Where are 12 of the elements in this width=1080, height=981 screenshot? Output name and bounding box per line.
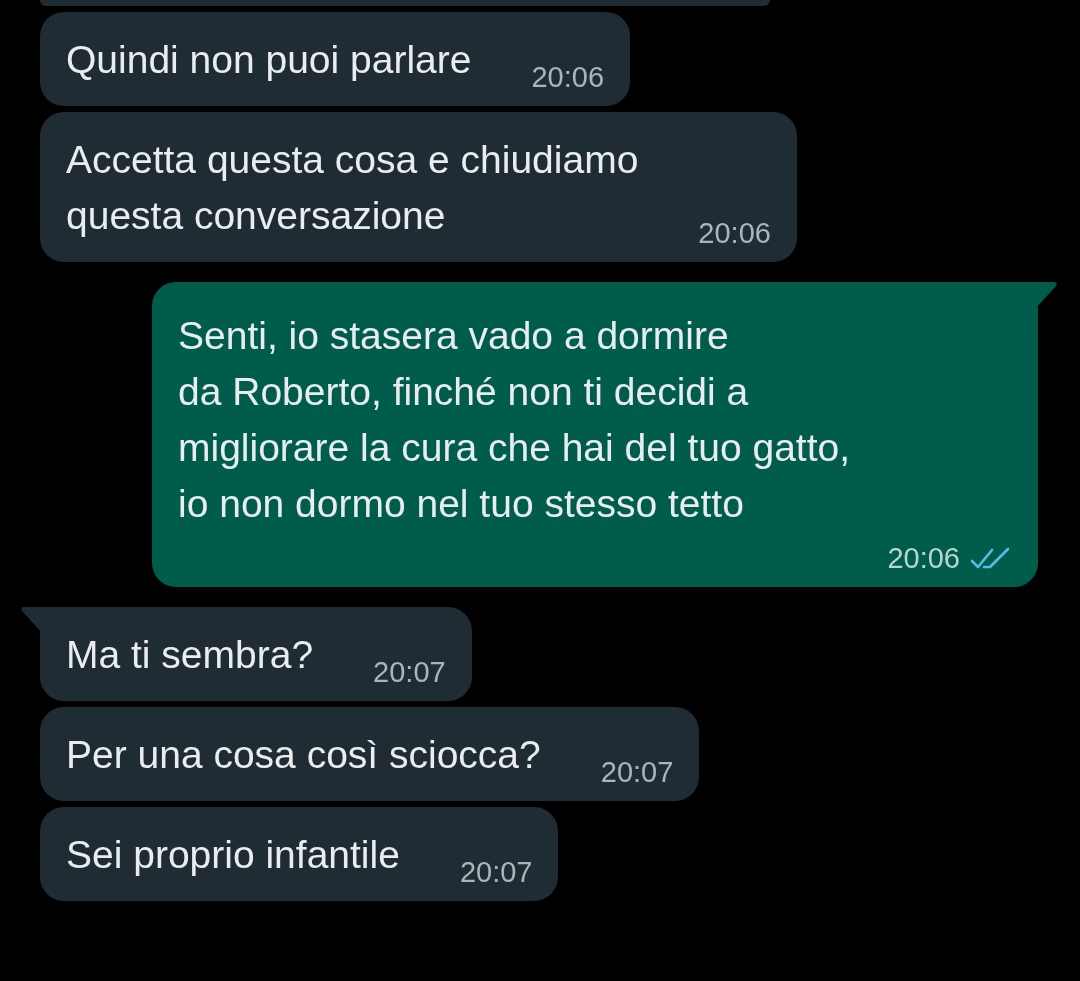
message-time: 20:07 [600,756,674,789]
message-text: Ma ti sembra? [66,632,314,678]
message-text: Per una cosa così sciocca? [66,732,541,778]
message-time: 20:07 [459,856,533,889]
message-time: 20:06 [698,217,771,250]
message-time: 20:06 [887,542,960,575]
message-text: Sei proprio infantile [66,832,400,878]
message-text: Accetta questa cosa e chiudiamo questa conversazione [66,137,639,239]
message-time: 20:07 [373,656,446,689]
message-text: Senti, io stasera vado a dormire da Roberto, finché non ti decidi a migliorare la cura che hai del tuo gatto, io non dormo nel tuo stesso tetto [178,313,851,527]
message-text: Quindi non puoi parlare [66,37,472,83]
message-time: 20:06 [531,61,605,94]
